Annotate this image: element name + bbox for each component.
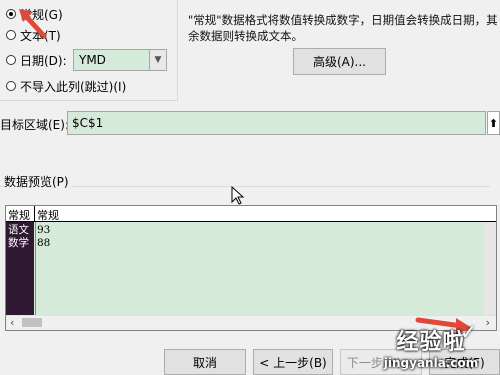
radio-date-label: 日期(D):: [20, 53, 67, 68]
preview-vertical-scrollbar[interactable]: [484, 222, 496, 317]
preview-cell: 88: [37, 237, 51, 249]
radio-date[interactable]: 日期(D):: [6, 51, 67, 69]
preview-header-cell[interactable]: 常规: [37, 207, 59, 223]
preview-cell: 数学: [8, 237, 29, 249]
watermark-title: 经验啦: [396, 329, 466, 355]
preview-cell: 语文: [8, 224, 29, 236]
radio-text-indicator[interactable]: [6, 30, 16, 40]
radio-skip[interactable]: 不导入此列(跳过)(I): [6, 77, 126, 95]
watermark: 经验啦 jingyanla.com: [362, 318, 500, 375]
date-format-select[interactable]: YMD ▼: [73, 49, 167, 71]
mouse-pointer-icon: [231, 186, 245, 205]
watermark-url: jingyanla.com: [383, 355, 479, 370]
preview-header-cell[interactable]: 常规: [8, 207, 30, 223]
preview-body[interactable]: 语文 数学 93 88: [6, 222, 496, 317]
preview-header-row: 常规 常规: [6, 206, 496, 222]
preview-group-line: [0, 186, 490, 187]
collapse-dialog-icon[interactable]: ⬆: [487, 111, 500, 135]
cancel-button[interactable]: 取消: [164, 349, 246, 375]
radio-skip-label: 不导入此列(跳过)(I): [20, 79, 127, 94]
scroll-thumb[interactable]: [22, 318, 42, 327]
red-arrow-annotation: [19, 9, 47, 39]
preview-label: 数据预览(P): [4, 173, 72, 190]
destination-label: 目标区域(E):: [0, 118, 69, 132]
scroll-left-icon[interactable]: ‹: [10, 316, 14, 329]
preview-column-divider: [35, 222, 36, 317]
radio-skip-indicator[interactable]: [6, 81, 16, 91]
radio-general-indicator[interactable]: [6, 9, 16, 19]
format-description: "常规"数据格式将数值转换成数字，日期值会转换成日期，其余数据则转换成文本。: [188, 13, 498, 43]
date-format-value: YMD: [79, 53, 106, 67]
destination-input[interactable]: $C$1: [67, 111, 486, 135]
checkmark-icon: ✓: [460, 320, 477, 344]
back-button[interactable]: < 上一步(B): [253, 349, 333, 375]
radio-date-indicator[interactable]: [6, 55, 16, 65]
preview-cell: 93: [37, 224, 51, 236]
chevron-down-icon[interactable]: ▼: [149, 50, 166, 70]
advanced-button[interactable]: 高级(A)...: [293, 48, 386, 75]
